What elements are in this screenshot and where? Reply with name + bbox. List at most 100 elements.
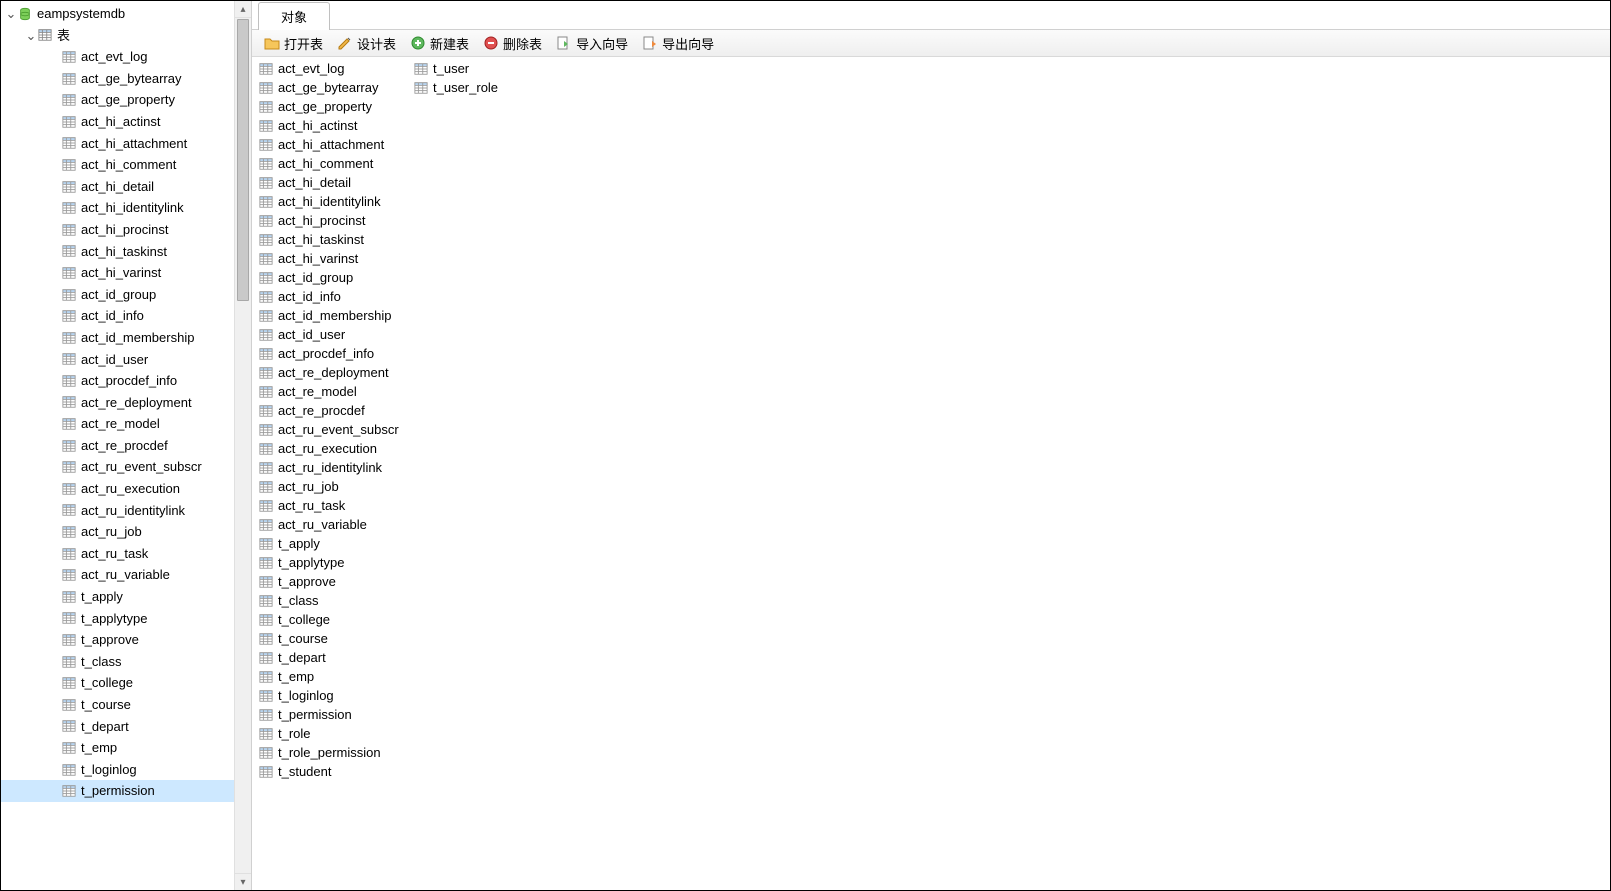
item-label: act_hi_procinst (278, 211, 365, 230)
scroll-up-icon[interactable]: ▴ (235, 1, 251, 18)
delete-table-button[interactable]: 删除表 (483, 34, 542, 53)
list-item[interactable]: t_applytype (258, 553, 413, 572)
tree-table-node[interactable]: t_approve (1, 629, 234, 651)
list-item[interactable]: act_ru_identitylink (258, 458, 413, 477)
tree-table-node[interactable]: t_permission (1, 780, 234, 802)
list-item[interactable]: act_hi_taskinst (258, 230, 413, 249)
expand-icon[interactable]: ⌄ (5, 3, 17, 25)
list-item[interactable]: act_hi_actinst (258, 116, 413, 135)
scroll-down-icon[interactable]: ▾ (235, 873, 251, 890)
list-item[interactable]: t_college (258, 610, 413, 629)
list-item[interactable]: t_student (258, 762, 413, 781)
tree-table-node[interactable]: act_ge_bytearray (1, 68, 234, 90)
tree-table-node[interactable]: act_id_info (1, 305, 234, 327)
tree-table-node[interactable]: act_re_procdef (1, 435, 234, 457)
open-table-button[interactable]: 打开表 (264, 34, 323, 53)
list-item[interactable]: act_ge_property (258, 97, 413, 116)
list-item[interactable]: t_role (258, 724, 413, 743)
list-item[interactable]: t_depart (258, 648, 413, 667)
list-item[interactable]: t_apply (258, 534, 413, 553)
tree-table-node[interactable]: act_hi_attachment (1, 133, 234, 155)
tree-table-node[interactable]: act_re_deployment (1, 392, 234, 414)
list-item[interactable]: act_ru_task (258, 496, 413, 515)
list-item[interactable]: act_id_user (258, 325, 413, 344)
list-item[interactable]: t_role_permission (258, 743, 413, 762)
list-item[interactable]: act_ru_job (258, 477, 413, 496)
tree-table-node[interactable]: act_ru_task (1, 543, 234, 565)
tree-tables-node[interactable]: ⌄ 表 (1, 25, 234, 47)
list-item[interactable]: act_re_procdef (258, 401, 413, 420)
tree-table-node[interactable]: act_hi_actinst (1, 111, 234, 133)
item-label: act_ru_variable (278, 515, 367, 534)
tree-table-node[interactable]: act_ru_event_subscr (1, 456, 234, 478)
tree-table-node[interactable]: act_ru_identitylink (1, 500, 234, 522)
list-item[interactable]: act_evt_log (258, 59, 413, 78)
new-table-button[interactable]: 新建表 (410, 34, 469, 53)
list-item[interactable]: t_emp (258, 667, 413, 686)
list-item[interactable]: t_course (258, 629, 413, 648)
list-item[interactable]: act_id_group (258, 268, 413, 287)
tree-table-node[interactable]: t_applytype (1, 608, 234, 630)
tree-table-node[interactable]: act_hi_taskinst (1, 241, 234, 263)
scroll-thumb[interactable] (237, 19, 249, 301)
list-item[interactable]: act_hi_procinst (258, 211, 413, 230)
tree-table-node[interactable]: act_hi_procinst (1, 219, 234, 241)
tree-table-node[interactable]: act_hi_comment (1, 154, 234, 176)
list-item[interactable]: act_hi_identitylink (258, 192, 413, 211)
tree-table-node[interactable]: act_re_model (1, 413, 234, 435)
list-item[interactable]: t_user (413, 59, 568, 78)
tree-table-node[interactable]: act_evt_log (1, 46, 234, 68)
tree-table-node[interactable]: act_ru_variable (1, 564, 234, 586)
item-label: act_hi_detail (278, 173, 351, 192)
tree-table-node[interactable]: t_course (1, 694, 234, 716)
tree-table-node[interactable]: t_emp (1, 737, 234, 759)
list-item[interactable]: t_user_role (413, 78, 568, 97)
list-item[interactable]: t_permission (258, 705, 413, 724)
tree-tables-list: act_evt_logact_ge_bytearrayact_ge_proper… (1, 46, 234, 802)
export-wizard-button[interactable]: 导出向导 (642, 34, 714, 53)
tree-table-node[interactable]: act_ge_property (1, 89, 234, 111)
tree-table-node[interactable]: act_hi_detail (1, 176, 234, 198)
tree-table-node[interactable]: act_ru_job (1, 521, 234, 543)
list-item[interactable]: t_loginlog (258, 686, 413, 705)
tree-table-node[interactable]: t_depart (1, 716, 234, 738)
list-item[interactable]: t_approve (258, 572, 413, 591)
tree-table-node[interactable]: act_id_user (1, 349, 234, 371)
list-item[interactable]: act_ru_variable (258, 515, 413, 534)
sidebar-scrollbar[interactable]: ▴ ▾ (234, 1, 251, 890)
tree-table-node[interactable]: act_hi_identitylink (1, 197, 234, 219)
tree-table-node[interactable]: act_id_membership (1, 327, 234, 349)
list-item[interactable]: act_re_model (258, 382, 413, 401)
tree-table-node[interactable]: act_id_group (1, 284, 234, 306)
tree-table-node[interactable]: act_ru_execution (1, 478, 234, 500)
expand-icon[interactable]: ⌄ (25, 25, 37, 47)
list-item[interactable]: act_re_deployment (258, 363, 413, 382)
tree-table-node[interactable]: t_class (1, 651, 234, 673)
list-item[interactable]: act_hi_attachment (258, 135, 413, 154)
tree-table-node[interactable]: t_apply (1, 586, 234, 608)
tab-objects[interactable]: 对象 (258, 2, 330, 30)
list-item[interactable]: act_hi_detail (258, 173, 413, 192)
tree-table-node[interactable]: act_hi_varinst (1, 262, 234, 284)
list-item[interactable]: t_class (258, 591, 413, 610)
list-item[interactable]: act_hi_comment (258, 154, 413, 173)
list-item[interactable]: act_procdef_info (258, 344, 413, 363)
table-icon (258, 289, 274, 305)
table-label: t_applytype (81, 608, 156, 630)
list-item[interactable]: act_ge_bytearray (258, 78, 413, 97)
list-item[interactable]: act_id_info (258, 287, 413, 306)
export-icon (642, 35, 658, 51)
list-item[interactable]: act_id_membership (258, 306, 413, 325)
list-item[interactable]: act_ru_event_subscr (258, 420, 413, 439)
tree-table-node[interactable]: act_procdef_info (1, 370, 234, 392)
list-item[interactable]: act_hi_varinst (258, 249, 413, 268)
list-item[interactable]: act_ru_execution (258, 439, 413, 458)
tree-db-node[interactable]: ⌄ eampsystemdb (1, 3, 234, 25)
import-wizard-button[interactable]: 导入向导 (556, 34, 628, 53)
tree-table-node[interactable]: t_loginlog (1, 759, 234, 781)
tree-table-node[interactable]: t_college (1, 672, 234, 694)
btn-label: 导入向导 (576, 34, 628, 53)
table-icon (258, 422, 274, 438)
design-table-button[interactable]: 设计表 (337, 34, 396, 53)
table-icon (413, 61, 429, 77)
